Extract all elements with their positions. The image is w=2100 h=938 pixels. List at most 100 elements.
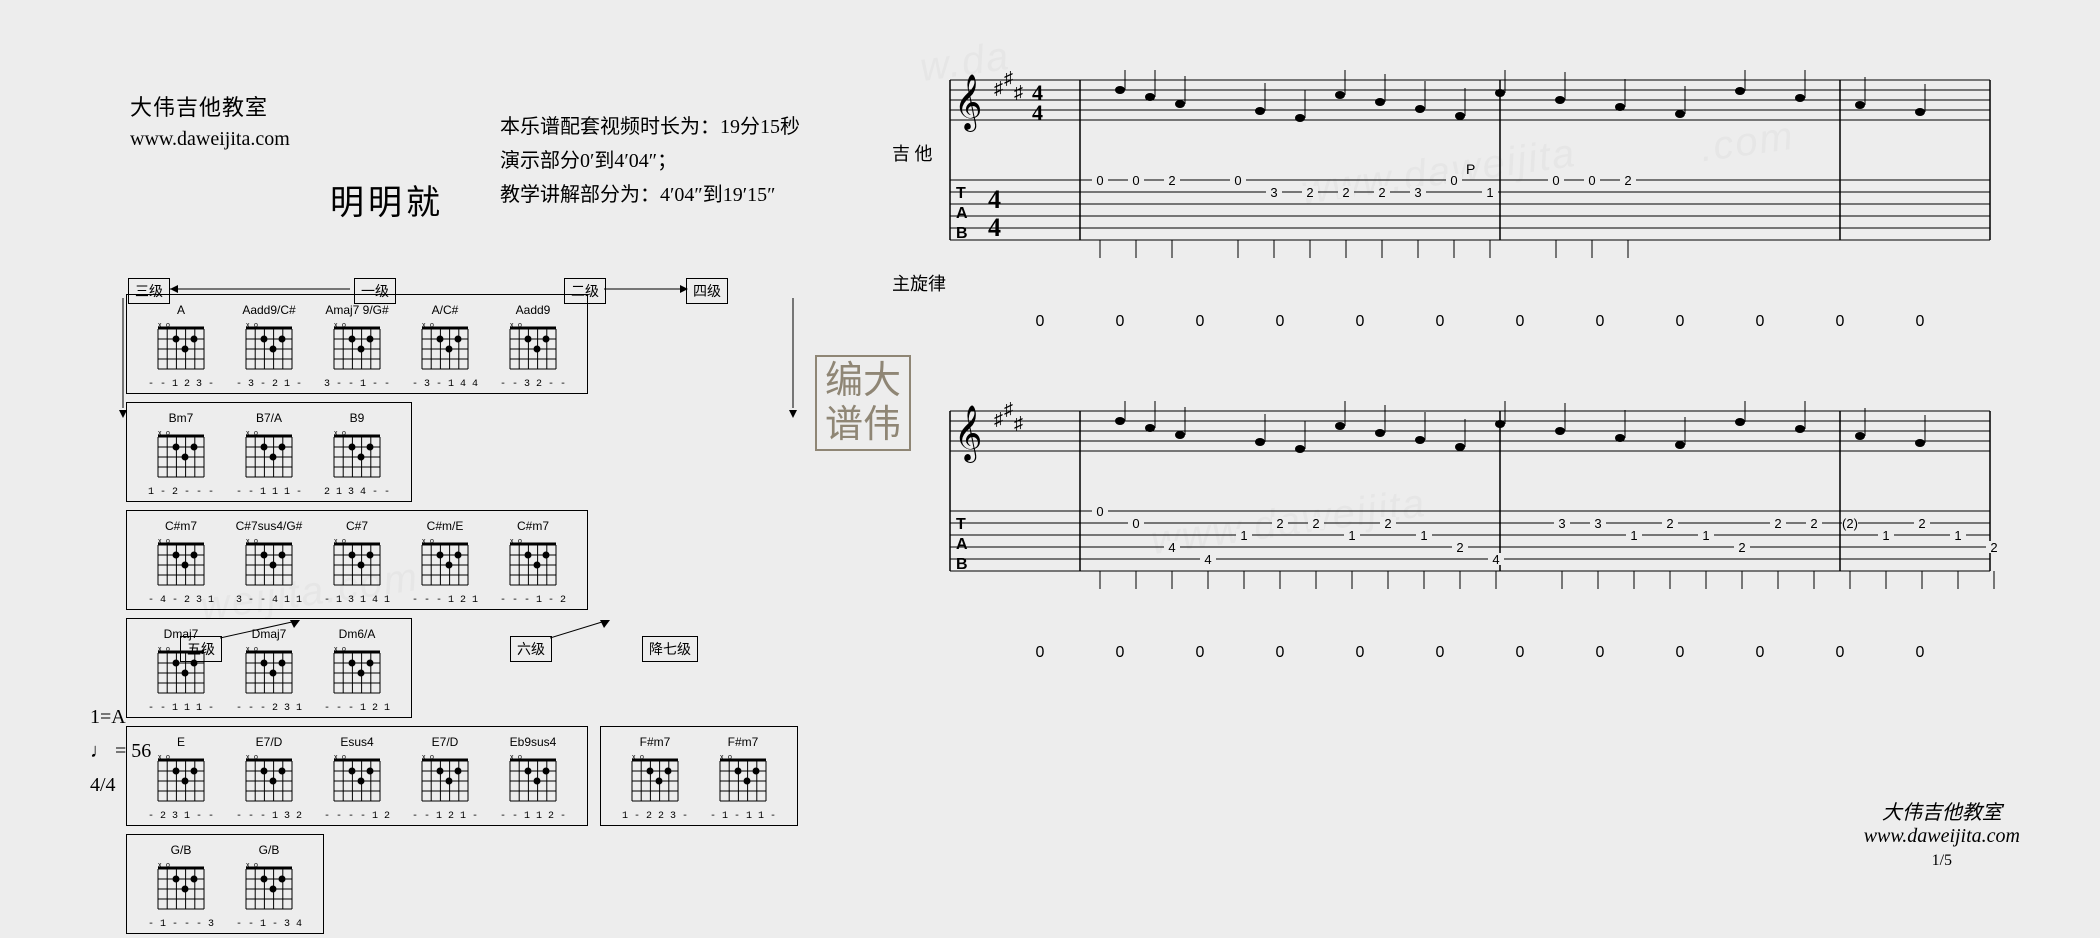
staff-system-2: 𝄞♯♯♯TAB00441221212433121222(2)1212000000… <box>940 401 2030 662</box>
svg-text:o: o <box>166 430 170 437</box>
chord-diagram: C#7sus4/G#xo3 - - 4 1 1 <box>229 519 309 607</box>
svg-text:o: o <box>342 538 346 545</box>
svg-text:x: x <box>158 538 162 545</box>
svg-text:x: x <box>510 538 514 545</box>
melody-note: 0 <box>1720 644 1800 662</box>
svg-text:x: x <box>510 322 514 329</box>
svg-text:o: o <box>430 754 434 761</box>
author-stamp: 编大 谱伟 <box>815 355 911 451</box>
chord-fingering: - - 1 1 1 - <box>141 703 221 715</box>
chord-name: F#m7 <box>703 735 783 751</box>
svg-text:4: 4 <box>988 213 1001 242</box>
video-demo-range: 演示部分0′到4′04″； <box>500 144 800 178</box>
chord-name: Dm6/A <box>317 627 397 643</box>
melody-note: 0 <box>1240 644 1320 662</box>
chord-fingering: - 3 - 2 1 - <box>229 379 309 391</box>
chord-name: Eb9sus4 <box>493 735 573 751</box>
chord-name: Dmaj7 <box>229 627 309 643</box>
melody-note: 0 <box>1320 313 1400 331</box>
chord-name: G/B <box>141 843 221 859</box>
chord-fingering: - 2 3 1 - - <box>141 811 221 823</box>
chord-diagram: F#m7xo1 - 2 2 3 - <box>615 735 695 823</box>
svg-text:o: o <box>166 322 170 329</box>
melody-note: 0 <box>1320 644 1400 662</box>
tempo: ♩ = 56 <box>90 734 151 768</box>
classroom-name: 大伟吉他教室 <box>130 90 290 122</box>
svg-text:0: 0 <box>1588 173 1595 188</box>
chord-fingering: - - - 2 3 1 <box>229 703 309 715</box>
svg-text:o: o <box>254 430 258 437</box>
svg-text:o: o <box>430 538 434 545</box>
svg-text:1: 1 <box>1954 528 1961 543</box>
svg-text:x: x <box>334 754 338 761</box>
svg-text:o: o <box>166 646 170 653</box>
key-signature: 1=A <box>90 700 151 734</box>
page-number: 1/5 <box>1864 852 2020 870</box>
chord-diagram: C#m7xo- - - 1 - 2 <box>493 519 573 607</box>
svg-text:4: 4 <box>1204 552 1211 567</box>
svg-text:P: P <box>1466 161 1475 177</box>
svg-text:2: 2 <box>1384 516 1391 531</box>
svg-text:1: 1 <box>1420 528 1427 543</box>
chord-fingering: - - 1 2 3 - <box>141 379 221 391</box>
chord-group: Dmaj7xo- - 1 1 1 -Dmaj7xo- - - 2 3 1Dm6/… <box>126 618 412 718</box>
svg-text:x: x <box>246 322 250 329</box>
svg-text:o: o <box>254 646 258 653</box>
melody-row: 000000000000 <box>940 644 2030 662</box>
melody-note: 0 <box>1480 644 1560 662</box>
svg-text:B: B <box>956 225 968 242</box>
chord-diagram: F#m7xo- 1 - 1 1 - <box>703 735 783 823</box>
svg-text:x: x <box>246 646 250 653</box>
svg-text:2: 2 <box>1312 516 1319 531</box>
key-info: 1=A ♩ = 56 4/4 <box>90 700 151 802</box>
svg-text:2: 2 <box>1378 185 1385 200</box>
melody-note: 0 <box>1080 313 1160 331</box>
svg-text:1: 1 <box>1486 185 1493 200</box>
chord-diagram: E7/Dxo- - - 1 3 2 <box>229 735 309 823</box>
chord-name: C#m7 <box>141 519 221 535</box>
svg-text:0: 0 <box>1132 516 1139 531</box>
melody-note: 0 <box>1560 644 1640 662</box>
svg-text:x: x <box>510 754 514 761</box>
svg-text:x: x <box>632 754 636 761</box>
chord-diagram: G/Bxo- 1 - - - 3 <box>141 843 221 931</box>
svg-text:o: o <box>342 430 346 437</box>
chord-name: C#m/E <box>405 519 485 535</box>
melody-note: 0 <box>1880 313 1960 331</box>
chord-fingering: - - 1 1 1 - <box>229 487 309 499</box>
svg-text:o: o <box>640 754 644 761</box>
chord-diagram: G/Bxo- - 1 - 3 4 <box>229 843 309 931</box>
svg-text:x: x <box>158 322 162 329</box>
chord-fingering: - - - 1 - 2 <box>493 595 573 607</box>
svg-text:x: x <box>334 430 338 437</box>
melody-note: 0 <box>1720 313 1800 331</box>
melody-note: 0 <box>1800 313 1880 331</box>
svg-text:o: o <box>254 754 258 761</box>
chord-diagram: C#m/Exo- - - 1 2 1 <box>405 519 485 607</box>
svg-text:♯: ♯ <box>994 409 1003 429</box>
svg-text:3: 3 <box>1558 516 1565 531</box>
svg-text:o: o <box>518 754 522 761</box>
svg-text:0: 0 <box>1234 173 1241 188</box>
svg-text:0: 0 <box>1096 504 1103 519</box>
melody-note: 0 <box>1000 313 1080 331</box>
chord-fingering: 3 - - 1 - - <box>317 379 397 391</box>
video-teach-range: 教学讲解部分为：4′04″到19′15″ <box>500 178 800 212</box>
chord-fingering: 3 - - 4 1 1 <box>229 595 309 607</box>
chord-fingering: - - - 1 2 1 <box>317 703 397 715</box>
svg-text:2: 2 <box>1738 540 1745 555</box>
svg-text:x: x <box>334 538 338 545</box>
svg-text:2: 2 <box>1990 540 1997 555</box>
chord-diagram: Aadd9/C#xo- 3 - 2 1 - <box>229 303 309 391</box>
chord-fingering: 2 1 3 4 - - <box>317 487 397 499</box>
svg-text:x: x <box>720 754 724 761</box>
page-footer: 大伟吉他教室 www.daweijita.com 1/5 <box>1864 796 2020 870</box>
website-url: www.daweijita.com <box>130 128 290 151</box>
chord-diagram: C#m7xo- 4 - 2 3 1 <box>141 519 221 607</box>
svg-text:♯: ♯ <box>994 78 1003 98</box>
svg-text:x: x <box>158 430 162 437</box>
chord-group: Axo- - 1 2 3 -Aadd9/C#xo- 3 - 2 1 -Amaj7… <box>126 294 588 394</box>
svg-text:T: T <box>956 185 966 202</box>
melody-note: 0 <box>1640 313 1720 331</box>
svg-text:2: 2 <box>1624 173 1631 188</box>
